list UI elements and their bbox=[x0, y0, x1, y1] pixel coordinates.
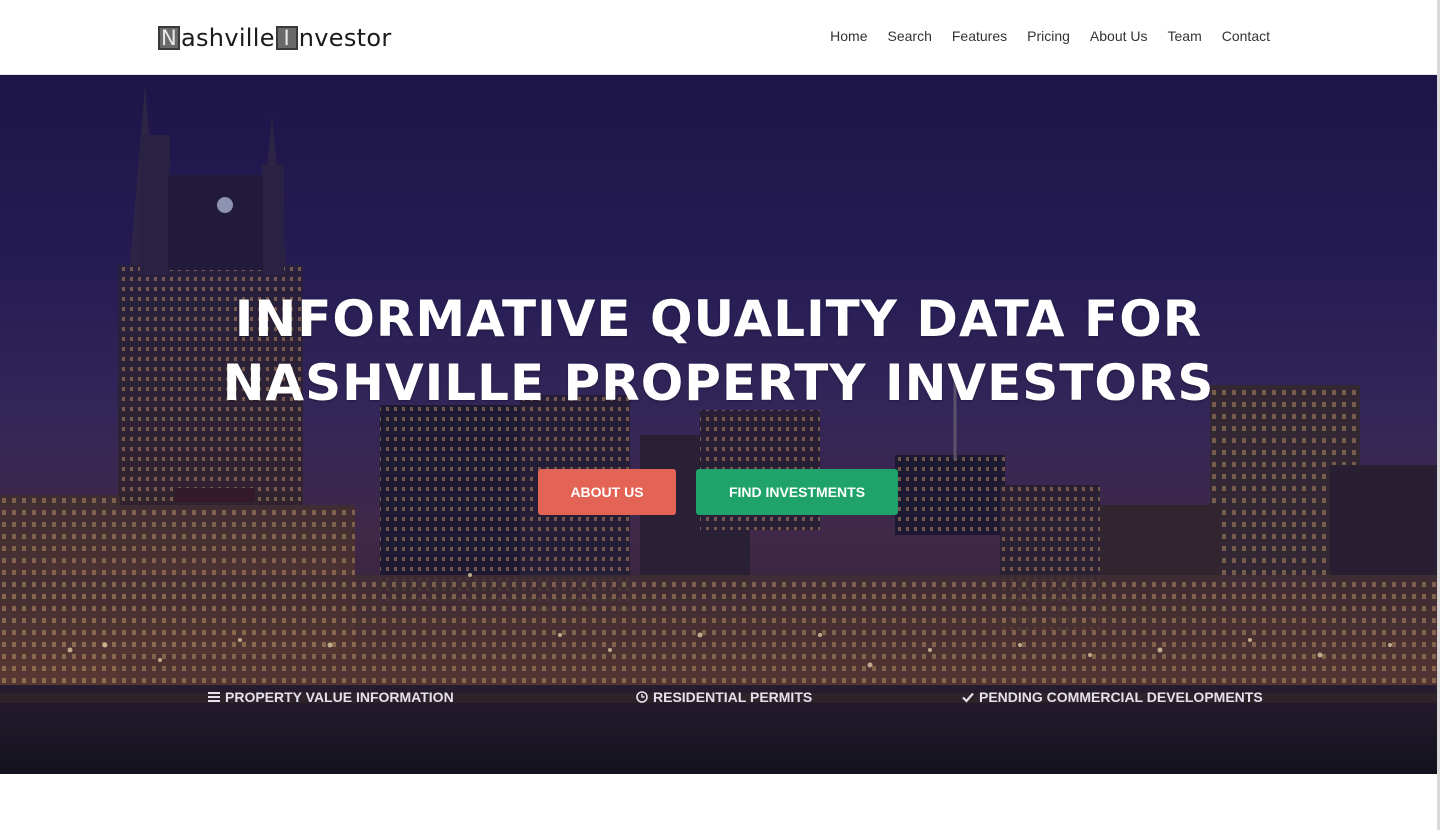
feature-label: RESIDENTIAL PERMITS bbox=[653, 689, 813, 705]
nav-about-us[interactable]: About Us bbox=[1090, 28, 1148, 44]
brand-logo[interactable]: N ashville I nvestor bbox=[158, 24, 392, 52]
hero-headline-line-1: INFORMATIVE QUALITY DATA FOR bbox=[234, 290, 1203, 348]
nav-contact[interactable]: Contact bbox=[1222, 28, 1270, 44]
nav-pricing[interactable]: Pricing bbox=[1027, 28, 1070, 44]
clock-icon bbox=[636, 691, 648, 703]
feature-label: PROPERTY VALUE INFORMATION bbox=[225, 689, 454, 705]
brand-initial-i: I bbox=[275, 26, 298, 50]
nav-search[interactable]: Search bbox=[888, 28, 932, 44]
check-icon bbox=[962, 692, 974, 703]
nav-team[interactable]: Team bbox=[1168, 28, 1202, 44]
hero-headline-line-2: NASHVILLE PROPERTY INVESTORS bbox=[222, 354, 1215, 412]
nav-features[interactable]: Features bbox=[952, 28, 1007, 44]
about-us-button[interactable]: ABOUT US bbox=[538, 469, 676, 515]
brand-initial-n: N bbox=[158, 26, 180, 50]
hero-section: INFORMATIVE QUALITY DATA FOR NASHVILLE P… bbox=[0, 75, 1437, 774]
nav-home[interactable]: Home bbox=[830, 28, 867, 44]
feature-property-value: PROPERTY VALUE INFORMATION bbox=[208, 689, 454, 705]
feature-label: PENDING COMMERCIAL DEVELOPMENTS bbox=[979, 689, 1263, 705]
list-icon bbox=[208, 692, 220, 702]
feature-residential-permits: RESIDENTIAL PERMITS bbox=[636, 689, 812, 705]
brand-word-nvestor: nvestor bbox=[298, 24, 392, 52]
main-nav: Home Search Features Pricing About Us Te… bbox=[830, 28, 1270, 44]
find-investments-button[interactable]: FIND INVESTMENTS bbox=[696, 469, 898, 515]
navbar: N ashville I nvestor Home Search Feature… bbox=[0, 0, 1437, 75]
feature-commercial-developments: PENDING COMMERCIAL DEVELOPMENTS bbox=[962, 689, 1263, 705]
brand-word-ashville: ashville bbox=[181, 24, 275, 52]
hero-overlay bbox=[0, 75, 1437, 774]
